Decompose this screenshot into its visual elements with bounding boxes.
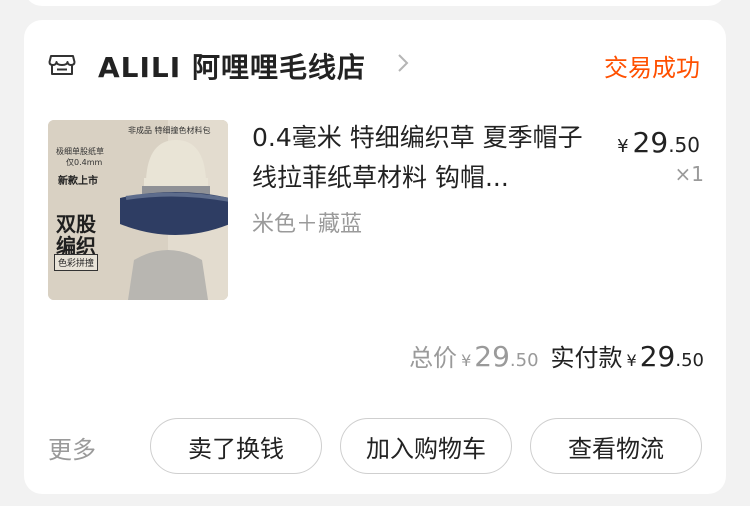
previous-card-edge [24, 0, 726, 6]
product-price: ¥29.50 [617, 126, 700, 159]
currency-symbol: ¥ [617, 136, 629, 157]
paid-value: ¥29.50 [627, 340, 704, 373]
chevron-right-icon[interactable] [396, 52, 410, 74]
price-integer: 29 [632, 126, 669, 159]
store-icon [48, 55, 76, 75]
price-decimal: .50 [668, 133, 700, 157]
order-status: 交易成功 [604, 54, 700, 82]
total-decimal: .50 [509, 350, 539, 371]
paid-integer: 29 [639, 340, 676, 373]
add-to-cart-button[interactable]: 加入购物车 [340, 418, 512, 474]
view-logistics-button[interactable]: 查看物流 [530, 418, 702, 474]
total-currency: ¥ [461, 351, 472, 370]
image-label-2: 仅0.4mm [66, 158, 103, 167]
order-header[interactable]: ALILI 阿哩哩毛线店 交易成功 [24, 44, 726, 84]
product-sku: 米色＋藏蓝 [252, 212, 363, 237]
more-button[interactable]: 更多 [48, 430, 96, 465]
total-integer: 29 [474, 340, 510, 373]
image-new-label: 新款上市 [58, 176, 98, 187]
image-tag: 色彩拼撞 [54, 254, 99, 271]
store-name[interactable]: ALILI 阿哩哩毛线店 [98, 46, 366, 86]
total-label: 总价 [409, 344, 458, 372]
order-card: ALILI 阿哩哩毛线店 交易成功 非成品 特细撞色材料包 极细单股纸草 仅0.… [24, 20, 726, 494]
product-quantity: ×1 [674, 162, 704, 186]
image-label-1: 极细单股纸草 [56, 147, 104, 156]
order-totals: 总价 ¥29.50 实付款 ¥29.50 [409, 338, 704, 373]
total-value: ¥29.50 [461, 340, 538, 373]
paid-label: 实付款 [550, 344, 623, 372]
product-title[interactable]: 0.4毫米 特细编织草 夏季帽子线拉菲纸草材料 钩帽... [252, 118, 592, 198]
paid-decimal: .50 [675, 350, 704, 371]
product-thumbnail[interactable]: 非成品 特细撞色材料包 极细单股纸草 仅0.4mm 新款上市 双股 编织 色彩拼… [48, 120, 228, 300]
paid-currency: ¥ [626, 351, 637, 370]
image-top-label: 非成品 特细撞色材料包 [128, 126, 211, 135]
sell-button[interactable]: 卖了换钱 [150, 418, 322, 474]
